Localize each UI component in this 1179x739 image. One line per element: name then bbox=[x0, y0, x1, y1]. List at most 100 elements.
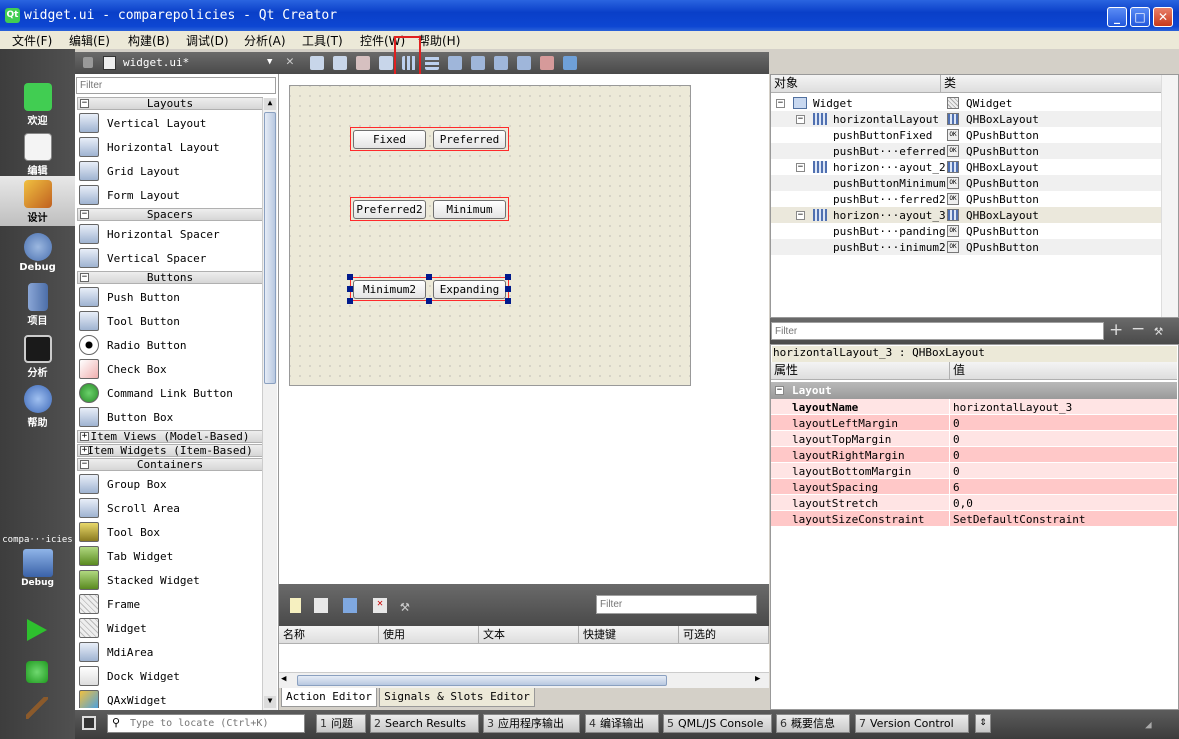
target-selector[interactable]: compa···icies Debug bbox=[0, 535, 75, 599]
push-button-preferred[interactable]: Preferred bbox=[433, 130, 506, 149]
category-spacers[interactable]: − Spacers bbox=[77, 208, 263, 221]
widget-item-vertical-layout[interactable]: Vertical Layout bbox=[77, 111, 263, 135]
mode-analyze[interactable]: 分析 bbox=[0, 331, 75, 381]
push-button-minimum[interactable]: Minimum bbox=[433, 200, 506, 219]
column-header-object[interactable]: 对象 bbox=[771, 75, 941, 93]
layout-form-icon[interactable] bbox=[494, 56, 508, 70]
configure-wrench-icon[interactable]: ⚒ bbox=[1154, 321, 1163, 339]
selection-handle[interactable] bbox=[426, 298, 432, 304]
selection-handle[interactable] bbox=[426, 274, 432, 280]
widget-item-mdi-area[interactable]: MdiArea bbox=[77, 640, 263, 664]
selection-handle[interactable] bbox=[347, 298, 353, 304]
widget-item-form-layout[interactable]: Form Layout bbox=[77, 183, 263, 207]
selection-handle[interactable] bbox=[347, 274, 353, 280]
tree-row-widget[interactable]: − Widget QWidget bbox=[771, 95, 1161, 111]
widget-box-filter-input[interactable] bbox=[76, 77, 276, 94]
horizontal-layout-1[interactable]: Fixed Preferred bbox=[350, 127, 509, 151]
property-row-layout-top-margin[interactable]: layoutTopMargin 0 bbox=[771, 431, 1177, 447]
action-filter-input[interactable] bbox=[596, 595, 757, 614]
file-dropdown-icon[interactable]: ▼ bbox=[267, 57, 272, 67]
paste-action-icon[interactable] bbox=[343, 598, 357, 613]
scroll-up-icon[interactable]: ▲ bbox=[264, 98, 276, 110]
layout-vertical-splitter-icon[interactable] bbox=[471, 56, 485, 70]
pane-selector-arrows-icon[interactable]: ⇕ bbox=[975, 714, 991, 733]
maximize-button[interactable]: □ bbox=[1130, 7, 1150, 27]
tree-row-push-button-preferred[interactable]: pushBut···eferred OK QPushButton bbox=[771, 143, 1161, 159]
tree-row-push-button-expanding[interactable]: pushBut···panding OK QPushButton bbox=[771, 223, 1161, 239]
debug-run-icon[interactable] bbox=[26, 661, 48, 683]
build-hammer-icon[interactable] bbox=[26, 697, 48, 719]
widget-item-frame[interactable]: Frame bbox=[77, 592, 263, 616]
edit-widgets-icon[interactable] bbox=[310, 56, 324, 70]
property-row-layout-left-margin[interactable]: layoutLeftMargin 0 bbox=[771, 415, 1177, 431]
layout-vertically-icon[interactable] bbox=[425, 56, 439, 70]
mode-welcome[interactable]: 欢迎 bbox=[0, 79, 75, 129]
widget-item-qaxwidget[interactable]: QAxWidget bbox=[77, 688, 263, 708]
tab-signals-slots-editor[interactable]: Signals & Slots Editor bbox=[379, 688, 535, 707]
category-layouts[interactable]: − Layouts bbox=[77, 97, 263, 110]
menu-analyze[interactable]: 分析(A) bbox=[244, 32, 286, 49]
widget-item-radio-button[interactable]: Radio Button bbox=[77, 333, 263, 357]
widget-item-grid-layout[interactable]: Grid Layout bbox=[77, 159, 263, 183]
menu-help[interactable]: 帮助(H) bbox=[418, 32, 460, 49]
edit-buddies-icon[interactable] bbox=[356, 56, 370, 70]
tree-row-push-button-fixed[interactable]: pushButtonFixed OK QPushButton bbox=[771, 127, 1161, 143]
selection-handle[interactable] bbox=[505, 298, 511, 304]
pane-compile-output[interactable]: 4 编译输出 bbox=[585, 714, 659, 733]
widget-item-tab-widget[interactable]: Tab Widget bbox=[77, 544, 263, 568]
menu-file[interactable]: 文件(F) bbox=[12, 32, 52, 49]
edit-signals-slots-icon[interactable] bbox=[333, 56, 347, 70]
tree-row-horizontal-layout-3[interactable]: − horizon···ayout_3 QHBoxLayout bbox=[771, 207, 1161, 223]
widget-item-stacked-widget[interactable]: Stacked Widget bbox=[77, 568, 263, 592]
column-header-value[interactable]: 值 bbox=[950, 362, 1177, 380]
mode-help[interactable]: 帮助 bbox=[0, 381, 75, 431]
horizontal-layout-2[interactable]: Preferred2 Minimum bbox=[350, 197, 509, 221]
property-row-layout-name[interactable]: layoutName horizontalLayout_3 bbox=[771, 399, 1177, 415]
form-widget[interactable]: Fixed Preferred Preferred2 Minimum Minim… bbox=[289, 85, 691, 386]
mode-debug[interactable]: Debug bbox=[0, 229, 75, 279]
widget-item-dock-widget[interactable]: Dock Widget bbox=[77, 664, 263, 688]
break-layout-icon[interactable] bbox=[540, 56, 554, 70]
property-filter-input[interactable] bbox=[771, 322, 1104, 340]
column-header-shortcut[interactable]: 快捷键 bbox=[579, 626, 679, 644]
tree-row-push-button-minimum2[interactable]: pushBut···inimum2 OK QPushButton bbox=[771, 239, 1161, 255]
configure-wrench-icon[interactable]: ⚒ bbox=[400, 596, 410, 615]
widget-item-group-box[interactable]: Group Box bbox=[77, 472, 263, 496]
pane-issues[interactable]: 1 问题 bbox=[316, 714, 366, 733]
property-row-layout-bottom-margin[interactable]: layoutBottomMargin 0 bbox=[771, 463, 1177, 479]
category-item-views[interactable]: + Item Views (Model-Based) bbox=[77, 430, 263, 443]
property-row-layout-spacing[interactable]: layoutSpacing 6 bbox=[771, 479, 1177, 495]
column-header-used[interactable]: 使用 bbox=[379, 626, 479, 644]
pane-general-messages[interactable]: 6 概要信息 bbox=[776, 714, 850, 733]
push-button-minimum2[interactable]: Minimum2 bbox=[353, 280, 426, 299]
scrollbar-thumb[interactable] bbox=[264, 112, 276, 384]
resize-grip-icon[interactable]: ◢ bbox=[1145, 718, 1152, 731]
scroll-right-icon[interactable]: ▶ bbox=[755, 674, 760, 684]
push-button-expanding[interactable]: Expanding bbox=[433, 280, 506, 299]
pane-search-results[interactable]: 2 Search Results bbox=[370, 714, 479, 733]
toggle-sidebar-icon[interactable] bbox=[82, 716, 96, 730]
menu-tools[interactable]: 工具(T) bbox=[302, 32, 343, 49]
pane-version-control[interactable]: 7 Version Control bbox=[855, 714, 969, 733]
tree-row-push-button-preferred2[interactable]: pushBut···ferred2 OK QPushButton bbox=[771, 191, 1161, 207]
edit-tab-order-icon[interactable] bbox=[379, 56, 393, 70]
selection-handle[interactable] bbox=[505, 274, 511, 280]
push-button-preferred2[interactable]: Preferred2 bbox=[353, 200, 426, 219]
layout-grid-icon[interactable] bbox=[517, 56, 531, 70]
scroll-left-icon[interactable]: ◀ bbox=[281, 674, 286, 684]
widget-item-push-button[interactable]: Push Button bbox=[77, 285, 263, 309]
object-inspector-scrollbar[interactable] bbox=[1161, 75, 1178, 317]
widget-item-command-link-button[interactable]: Command Link Button bbox=[77, 381, 263, 405]
column-header-checkable[interactable]: 可选的 bbox=[679, 626, 769, 644]
action-table-hscrollbar[interactable]: ◀ ▶ bbox=[279, 672, 769, 688]
widget-item-tool-box[interactable]: Tool Box bbox=[77, 520, 263, 544]
property-section-layout[interactable]: − Layout bbox=[771, 382, 1177, 399]
minimize-button[interactable]: _ bbox=[1107, 7, 1127, 27]
new-action-icon[interactable] bbox=[290, 598, 301, 613]
column-header-class[interactable]: 类 bbox=[941, 75, 1161, 93]
delete-action-icon[interactable]: ✕ bbox=[373, 598, 387, 613]
selection-handle[interactable] bbox=[505, 286, 511, 292]
editor-file-name[interactable]: widget.ui* bbox=[123, 56, 189, 69]
column-header-property[interactable]: 属性 bbox=[771, 362, 950, 380]
property-row-layout-right-margin[interactable]: layoutRightMargin 0 bbox=[771, 447, 1177, 463]
